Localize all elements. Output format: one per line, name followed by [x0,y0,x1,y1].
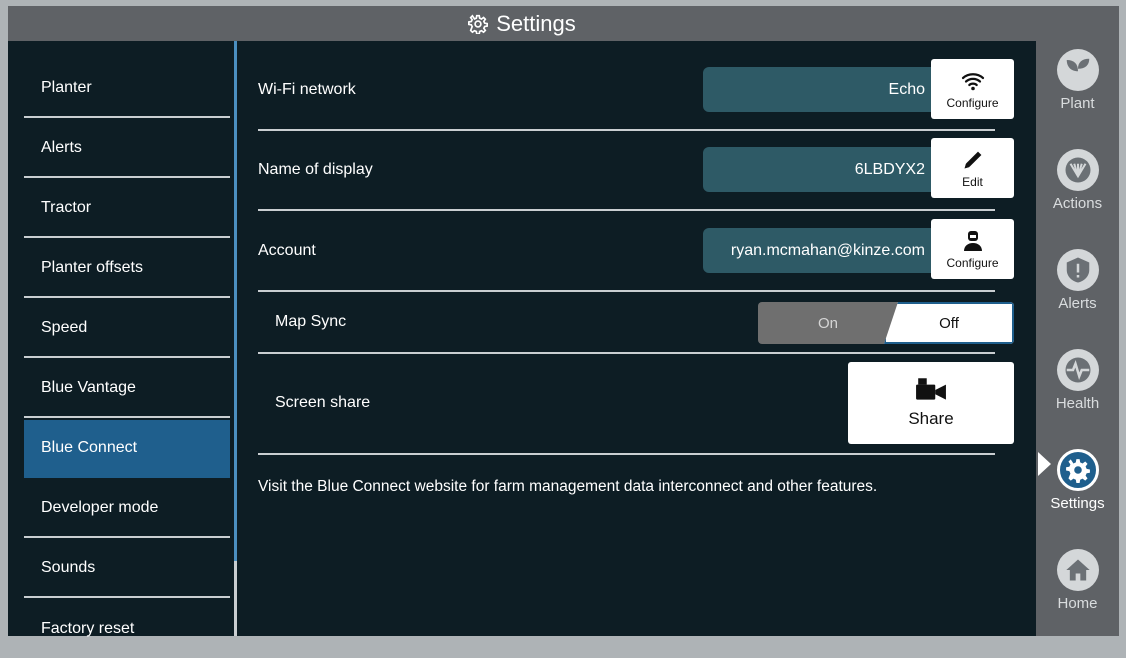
wifi-configure-button[interactable]: Configure [931,59,1014,119]
sidebar-item-planter[interactable]: Planter [24,60,230,118]
nav-settings-label: Settings [1050,494,1105,512]
account-configure-button[interactable]: Configure [931,219,1014,279]
sidebar-item-speed[interactable]: Speed [24,300,230,358]
pencil-icon [964,151,981,168]
alert-shield-icon [1056,248,1099,291]
active-nav-indicator [1038,452,1051,476]
map-sync-off-option[interactable]: Off [884,302,1014,344]
nav-actions-label: Actions [1052,194,1103,212]
map-sync-toggle[interactable]: On Off [758,302,1014,344]
account-row: Account ryan.mcmahan@kinze.com Configure [258,211,1014,292]
sidebar-item-sounds[interactable]: Sounds [24,540,230,598]
sidebar-item-blue-connect[interactable]: Blue Connect [24,420,230,478]
wifi-icon [961,72,984,90]
map-sync-on-option[interactable]: On [758,302,898,344]
map-sync-row: Map Sync On Off [258,292,1014,354]
nav-alerts[interactable]: Alerts [1036,232,1119,328]
sidebar-item-developer-mode[interactable]: Developer mode [24,480,230,538]
settings-content: Wi-Fi network Echo Configure Name of dis… [238,41,1036,636]
home-icon [1056,548,1099,591]
wifi-row: Wi-Fi network Echo Configure [258,49,1014,131]
edit-label: Edit [962,174,983,189]
display-name-edit-button[interactable]: Edit [931,138,1014,198]
nav-plant[interactable]: Plant [1036,32,1119,128]
scrollbar-thumb[interactable] [234,561,237,636]
plant-icon [1056,48,1099,91]
share-button[interactable]: Share [848,362,1014,444]
heartbeat-icon [1056,348,1099,391]
screen-share-row: Screen share Share [258,354,1014,455]
sidebar-item-tractor[interactable]: Tractor [24,180,230,238]
info-text: Visit the Blue Connect website for farm … [258,478,878,495]
nav-settings[interactable]: Settings [1036,432,1119,528]
wifi-label: Wi-Fi network [258,81,356,98]
nav-alerts-label: Alerts [1058,294,1097,312]
nav-home[interactable]: Home [1036,532,1119,628]
display-name-label: Name of display [258,161,373,178]
map-sync-label: Map Sync [275,313,347,330]
display-name-row: Name of display 6LBDYX2 Edit [258,131,1014,211]
actions-icon [1056,148,1099,191]
nav-health-label: Health [1055,394,1100,412]
page-title: Settings [496,10,576,36]
settings-sidebar: Planter Alerts Tractor Planter offsets S… [8,41,234,637]
gear-icon [1056,448,1099,491]
title-bar: Settings [8,6,1036,41]
nav-actions[interactable]: Actions [1036,132,1119,228]
nav-plant-label: Plant [1060,94,1095,112]
sidebar-item-alerts[interactable]: Alerts [24,120,230,178]
gear-icon [468,14,489,34]
sidebar-item-factory-reset[interactable]: Factory reset [24,600,230,658]
account-configure-label: Configure [946,255,999,270]
wifi-network-field: Echo [703,67,933,112]
user-icon [963,230,982,251]
display-name-field: 6LBDYX2 [703,147,933,192]
account-field: ryan.mcmahan@kinze.com [703,228,933,273]
nav-health[interactable]: Health [1036,332,1119,428]
scrollbar-track [234,41,237,561]
sidebar-item-planter-offsets[interactable]: Planter offsets [24,240,230,298]
sidebar-item-blue-vantage[interactable]: Blue Vantage [24,360,230,418]
screen-share-label: Screen share [275,394,371,411]
account-label: Account [258,242,316,259]
share-label: Share [908,409,954,428]
nav-home-label: Home [1057,594,1098,612]
wifi-configure-label: Configure [946,95,999,110]
nav-rail: Plant Actions Alerts Health Settings Hom… [1036,6,1119,636]
video-camera-icon [916,378,946,400]
